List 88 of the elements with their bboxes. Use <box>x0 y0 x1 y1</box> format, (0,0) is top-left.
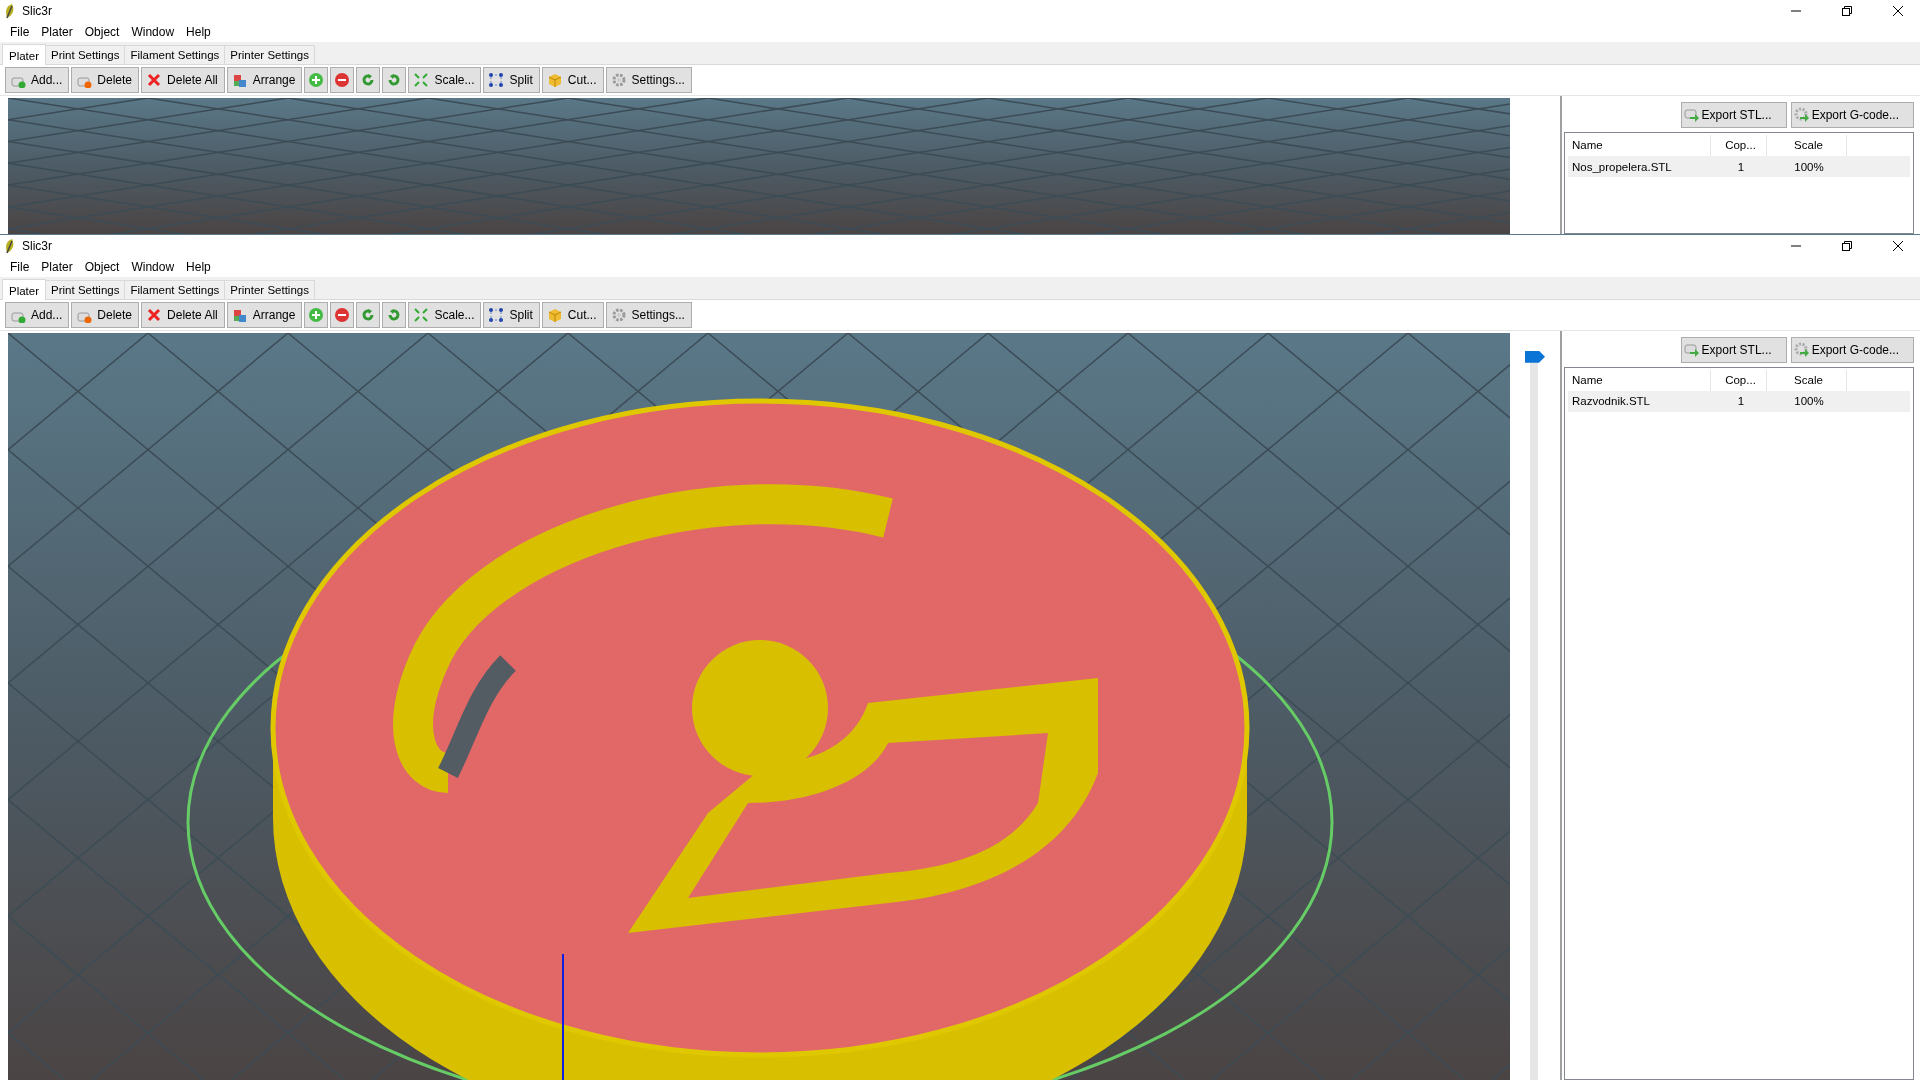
plus-icon <box>308 72 325 88</box>
box-icon <box>546 306 563 323</box>
toolbar-button[interactable] <box>382 301 407 328</box>
restore-button[interactable] <box>1840 239 1853 252</box>
list-cell-text: 100% <box>1793 160 1825 173</box>
menu-item[interactable]: Help <box>180 25 217 39</box>
menu-item[interactable]: Object <box>78 259 126 274</box>
list-cell-text: 1 <box>1736 160 1746 173</box>
block-export-icon <box>1683 341 1700 358</box>
menu-item[interactable]: Plater <box>35 25 79 39</box>
menu-item[interactable]: File <box>4 25 36 39</box>
gear-icon <box>610 72 627 88</box>
tab[interactable]: Filament Settings <box>124 279 226 299</box>
app-logo-icon <box>4 237 16 254</box>
menu-item[interactable]: File <box>4 259 36 274</box>
window-title: Slic3r <box>22 4 52 18</box>
toolbar-button[interactable] <box>356 67 381 93</box>
menu-item[interactable]: Window <box>125 25 181 39</box>
slider-thumb[interactable] <box>1525 350 1545 363</box>
object-list[interactable]: Name Cop... Scale Nos_propelera.STL 1 100% <box>1564 132 1914 234</box>
gear-export-icon <box>1793 341 1810 358</box>
minus-icon <box>334 306 351 323</box>
tab[interactable]: Print Settings <box>45 45 126 64</box>
toolbar-button[interactable]: Split <box>483 67 540 93</box>
toolbar-button[interactable] <box>304 301 329 328</box>
toolbar-button[interactable]: Arrange <box>226 67 303 93</box>
tab[interactable]: Print Settings <box>45 279 126 299</box>
close-button[interactable] <box>1891 5 1904 17</box>
expand-arrows-icon <box>413 306 430 323</box>
dots-icon <box>488 306 505 323</box>
toolbar-button[interactable]: Delete <box>71 301 140 328</box>
list-cell-text: 1 <box>1736 395 1746 408</box>
toolbar-button[interactable]: Delete All <box>141 67 225 93</box>
toolbar-button[interactable] <box>330 67 355 93</box>
export-button[interactable]: Export G-code... <box>1790 102 1914 128</box>
toolbar-button[interactable] <box>330 301 355 328</box>
toolbar-button[interactable]: Delete All <box>141 301 225 328</box>
menu-item[interactable]: Object <box>78 25 126 39</box>
toolbar-button[interactable]: Add... <box>5 67 70 93</box>
close-button[interactable] <box>1891 239 1904 252</box>
toolbar-button[interactable]: Delete <box>71 67 140 93</box>
export-button[interactable]: Export STL... <box>1680 336 1787 363</box>
list-cell-text: 100% <box>1793 395 1825 408</box>
column-header[interactable]: Cop... <box>1711 369 1767 391</box>
app-logo-icon <box>4 3 16 19</box>
toolbar-button[interactable]: Cut... <box>541 67 604 93</box>
tab[interactable]: Printer Settings <box>224 279 315 299</box>
toolbar-button[interactable]: Arrange <box>226 301 303 328</box>
menu-item[interactable]: Plater <box>35 259 79 274</box>
menu-item[interactable]: Window <box>125 259 181 274</box>
toolbar-button[interactable] <box>304 67 329 93</box>
export-button[interactable]: Export G-code... <box>1790 336 1914 363</box>
cubes-icon <box>231 72 248 88</box>
toolbar-button[interactable]: Settings... <box>605 301 692 328</box>
gear-icon <box>610 306 627 323</box>
toolbar-button[interactable]: Cut... <box>541 301 604 328</box>
toolbar-button[interactable]: Scale... <box>408 67 482 93</box>
toolbar-button[interactable] <box>382 67 407 93</box>
list-row[interactable]: Nos_propelera.STL 1 100% <box>1568 156 1910 177</box>
object-list[interactable]: Name Cop... Scale Razvodnik.STL 1 100% <box>1564 366 1914 1080</box>
dots-icon <box>488 72 505 88</box>
block-export-icon <box>1683 107 1700 123</box>
toolbar-button[interactable]: Split <box>483 301 540 328</box>
tab[interactable]: Plater <box>2 278 47 300</box>
menu-item[interactable]: Help <box>180 259 217 274</box>
minus-icon <box>334 72 351 88</box>
restore-button[interactable] <box>1840 5 1853 17</box>
3d-viewport[interactable] <box>8 332 1510 1080</box>
tab[interactable]: Plater <box>2 44 47 65</box>
cross-icon <box>146 306 163 323</box>
toolbar-button[interactable]: Scale... <box>408 301 482 328</box>
expand-arrows-icon <box>413 72 430 88</box>
box-icon <box>546 72 563 88</box>
list-cell-text: Nos_propelera.STL <box>1571 160 1673 173</box>
column-header[interactable]: Name <box>1568 369 1711 391</box>
window-title: Slic3r <box>22 238 52 253</box>
export-button[interactable]: Export STL... <box>1680 102 1787 128</box>
cross-icon <box>146 72 163 88</box>
toolbar-button[interactable]: Settings... <box>605 67 692 93</box>
list-row[interactable]: Razvodnik.STL 1 100% <box>1568 390 1910 412</box>
plus-icon <box>308 306 325 323</box>
list-cell-text: Razvodnik.STL <box>1571 395 1651 408</box>
toolbar-button[interactable]: Add... <box>5 301 70 328</box>
gear-export-icon <box>1793 107 1810 123</box>
tab[interactable]: Filament Settings <box>124 45 226 64</box>
toolbar-button[interactable] <box>356 301 381 328</box>
tab[interactable]: Printer Settings <box>224 45 315 64</box>
column-header[interactable]: Scale <box>1767 369 1847 391</box>
